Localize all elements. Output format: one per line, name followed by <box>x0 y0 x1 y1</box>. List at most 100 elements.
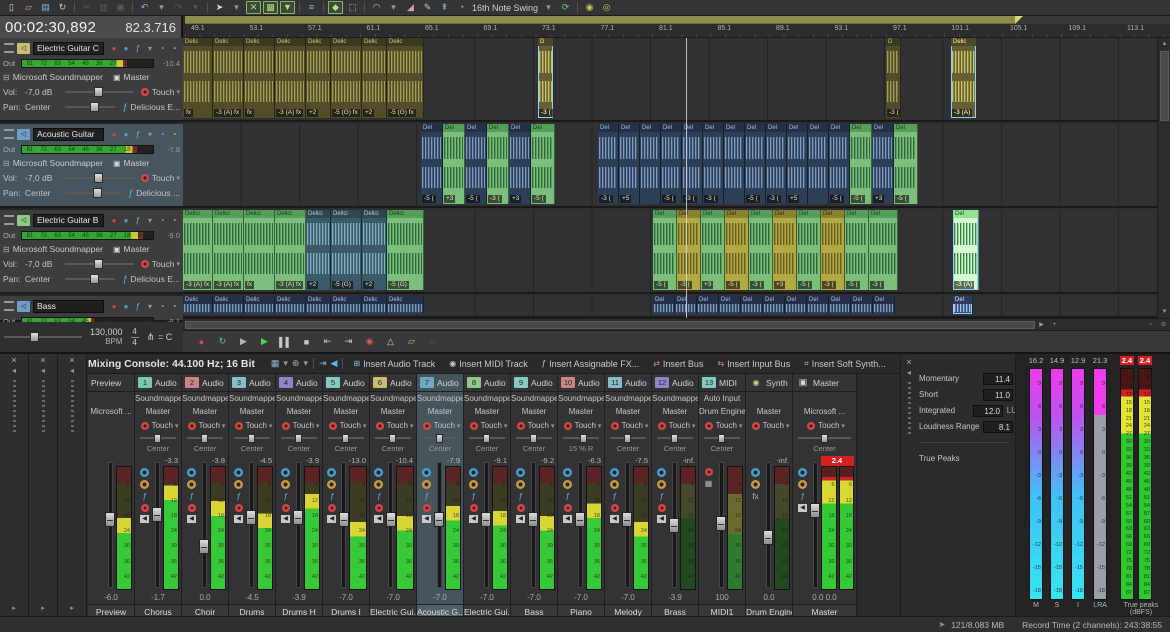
strip-output-bus-button[interactable]: Master <box>182 405 228 418</box>
strip-fader[interactable] <box>104 456 116 590</box>
audio-clip[interactable]: Del <box>763 296 785 314</box>
loop-bar[interactable] <box>185 16 1170 24</box>
pan-slider[interactable] <box>65 271 115 286</box>
mute-speaker-icon[interactable]: ◀ <box>563 515 572 523</box>
fx-caret-icon[interactable]: ▾ <box>144 130 156 139</box>
bpm-value[interactable]: 130,000 <box>90 327 123 337</box>
sends-knob-icon[interactable] <box>563 468 572 477</box>
vertical-scroll-thumb[interactable] <box>1160 51 1169 121</box>
track-name-input[interactable]: Electric Guitar C <box>33 42 104 55</box>
pan-slider-thumb[interactable] <box>530 434 537 443</box>
audio-clip[interactable]: Del+3 <box>701 210 725 290</box>
tempo-slider-thumb[interactable] <box>30 332 39 342</box>
sends-knob-icon[interactable] <box>657 468 666 477</box>
strip-fx-icon[interactable]: ƒ <box>283 492 287 501</box>
gain-knob-icon[interactable] <box>140 480 149 489</box>
record-arm-icon[interactable] <box>611 504 619 512</box>
audio-clip[interactable]: Delic-3 (A) fx <box>275 38 306 118</box>
track-name-input[interactable]: Bass <box>33 300 104 313</box>
pan-slider-thumb[interactable] <box>436 434 443 443</box>
audio-clip[interactable]: Delic <box>362 296 387 314</box>
strip-pan-slider[interactable] <box>375 433 411 443</box>
strip-fx-icon[interactable]: ƒ <box>565 492 569 501</box>
track-lane-4[interactable]: DelicDelicDelicDelicDelicDelicDelicDelic… <box>183 296 1157 318</box>
pan-slider-thumb[interactable] <box>295 434 302 443</box>
strip-fader[interactable] <box>338 456 349 590</box>
audio-clip[interactable]: Del+5 <box>787 124 808 204</box>
strip-device-button[interactable]: Soundmapper <box>370 392 416 405</box>
metronome-button[interactable]: △ <box>382 334 399 350</box>
strip-fx-icon[interactable]: ƒ <box>659 492 663 501</box>
swing-preset[interactable]: 16th Note Swing <box>472 3 538 13</box>
fx-caret-icon[interactable]: ▾ <box>144 302 156 311</box>
track-header-2[interactable]: ◁Acoustic Guitar●●ƒ▾◔◔Out817263544536271… <box>0 124 183 208</box>
mute-speaker-icon[interactable]: ◀ <box>516 515 525 523</box>
automation-caret-icon[interactable]: ▾ <box>176 174 180 182</box>
strip-device-button[interactable]: Soundmapper <box>605 392 651 405</box>
strip-fader-thumb[interactable] <box>528 512 538 527</box>
eraser-tool-icon[interactable]: ◢ <box>403 1 418 14</box>
undo-icon[interactable]: ↶ <box>137 1 152 14</box>
track-fx-icon[interactable]: ƒ <box>132 44 144 53</box>
dim-output-icon[interactable]: ◀ <box>331 358 338 369</box>
play-button[interactable]: ▶ <box>256 334 273 350</box>
strip-fader[interactable] <box>480 456 492 590</box>
strip-pan-slider[interactable] <box>328 433 364 443</box>
strip-fader[interactable] <box>715 456 727 590</box>
mute-speaker-icon[interactable]: ◀ <box>469 515 478 523</box>
mixer-strip-drums-h[interactable]: 4AudioSoundmapperMasterTouch▾Centerƒ◀-3.… <box>276 374 323 618</box>
track-bus-button[interactable]: Master <box>124 158 150 168</box>
send-knob-icon[interactable]: ◔ <box>168 130 180 139</box>
pan-slider-thumb[interactable] <box>624 434 631 443</box>
gain-knob-icon[interactable] <box>563 480 572 489</box>
strip-fader-thumb[interactable] <box>716 516 726 531</box>
gain-knob-icon[interactable] <box>657 480 666 489</box>
fx-caret-icon[interactable]: ▾ <box>144 44 156 53</box>
dock-close-icon[interactable]: × <box>58 354 86 366</box>
strip-fader[interactable] <box>762 456 774 590</box>
loop-region[interactable] <box>185 16 1015 24</box>
marquee-tool-icon[interactable]: ⬚ <box>345 1 360 14</box>
phase-knob-icon[interactable]: ◔ <box>156 302 168 311</box>
dock-drag-handle[interactable] <box>13 380 16 434</box>
strip-device-button[interactable]: Soundmapper <box>182 392 228 405</box>
audio-clip[interactable]: Delic <box>275 296 306 314</box>
pan-slider[interactable] <box>65 99 115 114</box>
audio-clip[interactable]: Delicfx <box>183 38 213 118</box>
strip-automation-button[interactable]: Touch▾ <box>511 418 557 433</box>
scroll-down-button[interactable]: ▼ <box>1158 306 1170 318</box>
zoom-in-time-button[interactable]: + <box>1048 319 1061 331</box>
strip-output-bus-button[interactable]: Master <box>417 405 463 418</box>
pan-slider-thumb[interactable] <box>248 434 255 443</box>
send-knob-icon[interactable]: ◔ <box>168 44 180 53</box>
strip-output-bus-button[interactable]: Master <box>135 405 181 418</box>
strip-fx-icon[interactable]: ƒ <box>800 492 804 501</box>
mixer-strip-choir[interactable]: 2AudioSoundmapperMasterTouch▾Centerƒ◀-3.… <box>182 374 229 618</box>
record-button[interactable]: ● <box>193 334 210 350</box>
gain-knob-icon[interactable] <box>234 480 243 489</box>
loop-region-icon[interactable]: ⟳ <box>558 1 573 14</box>
strip-fx-icon[interactable]: ƒ <box>236 492 240 501</box>
audio-clip[interactable]: Del <box>953 296 973 314</box>
strip-automation-button[interactable]: Touch▾ <box>229 418 275 433</box>
mixer-strip-drums[interactable]: 3AudioSoundmapperMasterTouch▾Centerƒ◀-4.… <box>229 374 276 618</box>
audio-clip[interactable]: Delic <box>213 296 244 314</box>
audio-clip[interactable]: Del-3 ( <box>749 210 773 290</box>
record-arm-icon[interactable] <box>423 504 431 512</box>
mixer-strip-master[interactable]: ▣MasterMicrosoft ...Touch▾Centerƒ◀2.4612… <box>793 374 857 618</box>
mixer-strip-brass[interactable]: 12AudioSoundmapperMasterTouch▾Centerƒ◀-i… <box>652 374 699 618</box>
swing-icon[interactable]: ◔ <box>454 1 469 14</box>
gain-knob-icon[interactable] <box>187 480 196 489</box>
audio-clip[interactable]: Del <box>873 296 895 314</box>
strip-fader-thumb[interactable] <box>246 510 256 525</box>
lock-envelopes-icon[interactable]: ◉ <box>582 1 597 14</box>
track-fx-chain-name[interactable]: Delicious E... <box>130 274 180 284</box>
dock-collapse-icon[interactable]: ◂ <box>903 368 915 378</box>
strip-fader-thumb[interactable] <box>575 512 585 527</box>
track-device-button[interactable]: Microsoft Soundmapper <box>13 244 103 254</box>
audio-clip[interactable]: Delic <box>183 296 213 314</box>
track-bus-button[interactable]: Master <box>124 72 150 82</box>
audio-clip[interactable]: D-3 ( <box>538 38 554 118</box>
strip-automation-button[interactable]: Touch▾ <box>746 418 792 433</box>
audio-clip[interactable]: Del-5 ( <box>421 124 443 204</box>
